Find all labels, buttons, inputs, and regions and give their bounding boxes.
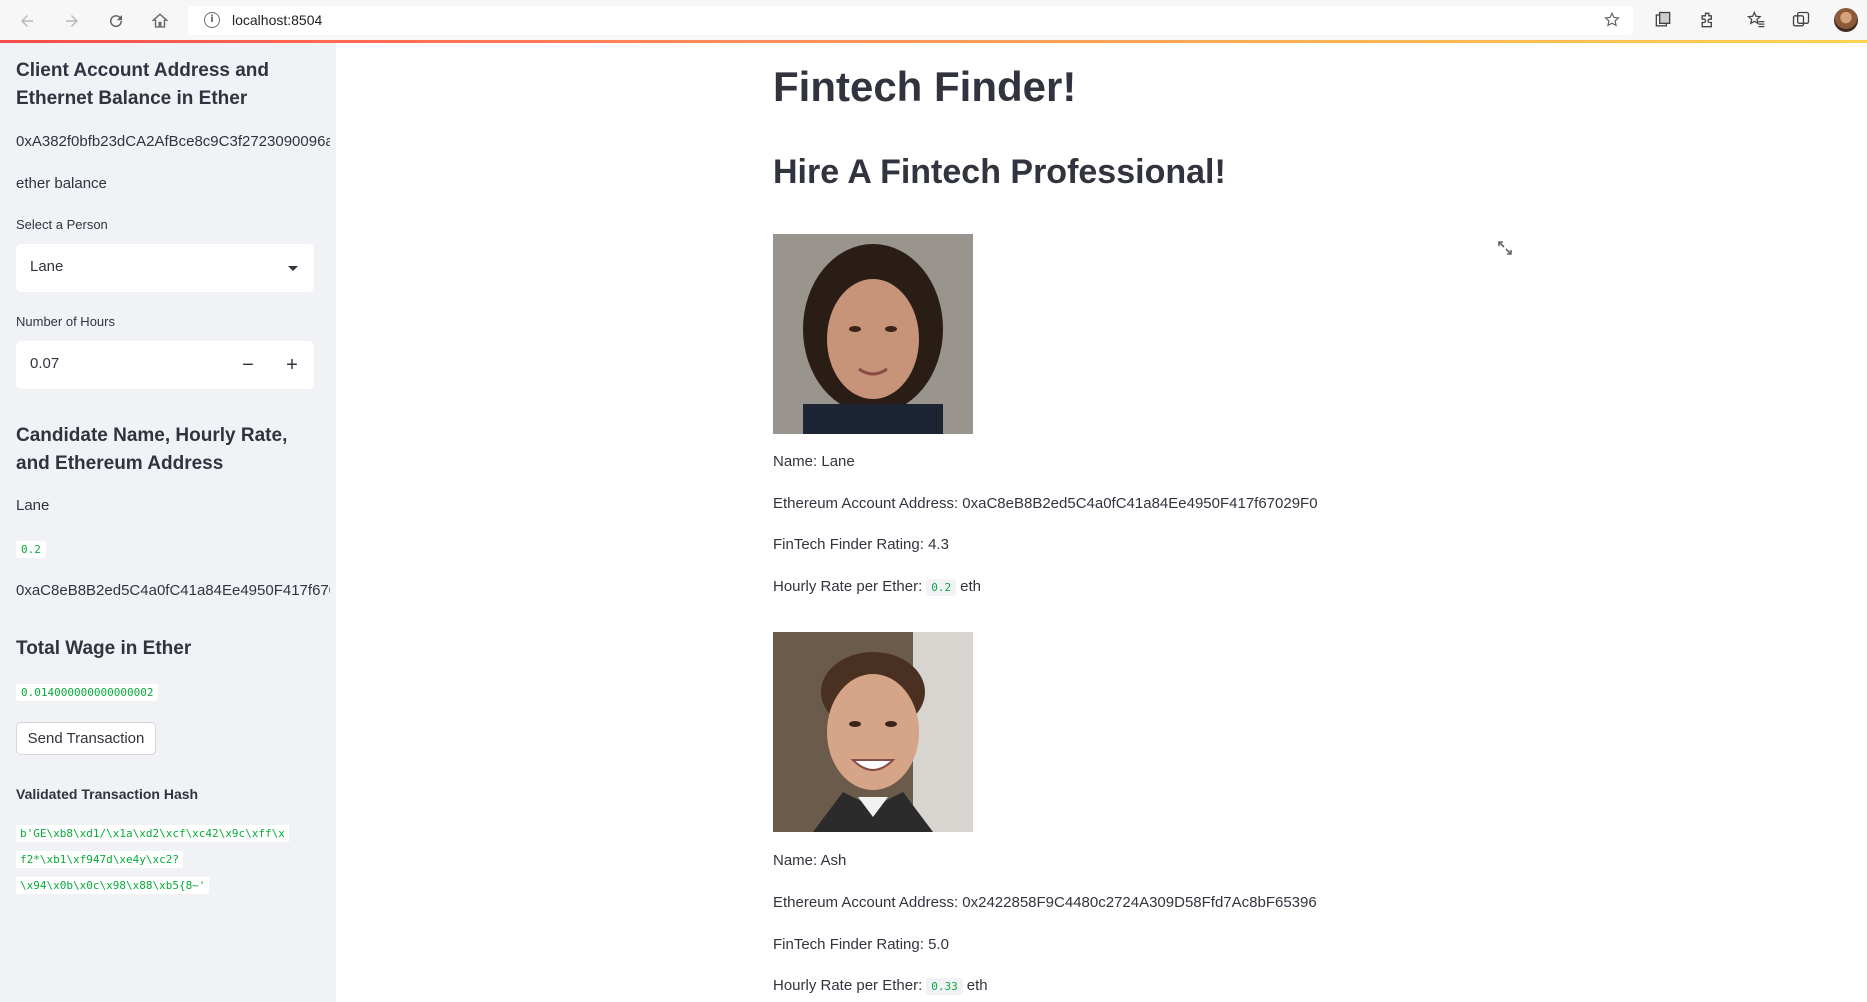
chevron-down-icon bbox=[288, 266, 298, 271]
wage-value: 0.014000000000000002 bbox=[16, 683, 159, 701]
hash-heading: Validated Transaction Hash bbox=[16, 786, 199, 802]
hours-value[interactable]: 0.07 bbox=[30, 355, 59, 372]
rate-prefix: Hourly Rate per Ether: bbox=[773, 977, 923, 994]
rate-suffix: eth bbox=[966, 977, 988, 994]
rate-value-code: 0.33 bbox=[926, 978, 963, 995]
candidate-rate-line: Hourly Rate per Ether: 0.33 eth bbox=[773, 977, 988, 995]
candidate-rate-code: 0.2 bbox=[16, 541, 46, 558]
forward-icon[interactable] bbox=[61, 10, 83, 32]
hours-input[interactable]: 0.07 − + bbox=[16, 341, 314, 389]
back-icon[interactable] bbox=[16, 10, 38, 32]
address-bar[interactable]: i localhost:8504 bbox=[188, 6, 1633, 35]
candidate-rate: 0.2 bbox=[16, 540, 46, 558]
rate-prefix: Hourly Rate per Ether: bbox=[773, 578, 923, 595]
site-info-icon[interactable]: i bbox=[204, 12, 220, 28]
ether-balance-label: ether balance bbox=[16, 175, 107, 192]
candidate-photo-lane bbox=[773, 234, 973, 434]
account-heading: Client Account Address and Ethernet Bala… bbox=[16, 60, 270, 109]
favorite-star-icon[interactable] bbox=[1603, 11, 1621, 29]
candidate-address-line: Ethereum Account Address: 0x2422858F9C44… bbox=[773, 894, 1317, 911]
favorites-icon[interactable] bbox=[1746, 10, 1766, 30]
hash-line: b'GE\xb8\xd1/\x1a\xd2\xcf\xc42\x9c\xff\x bbox=[16, 825, 289, 842]
candidate-rating-line: FinTech Finder Rating: 5.0 bbox=[773, 936, 949, 953]
candidate-photo-ash bbox=[773, 632, 973, 832]
account-address: 0xA382f0bfb23dCA2AfBce8c9C3f2723090096a1… bbox=[16, 133, 330, 150]
increment-button[interactable]: + bbox=[270, 341, 314, 389]
hash-line: \x94\x0b\x0c\x98\x88\xb5{8~' bbox=[16, 877, 210, 894]
send-transaction-button[interactable]: Send Transaction bbox=[16, 722, 156, 755]
page-subtitle: Hire A Fintech Professional! bbox=[773, 153, 1226, 191]
rate-suffix: eth bbox=[960, 578, 981, 595]
candidate-name-line: Name: Ash bbox=[773, 852, 847, 869]
candidate-rating-line: FinTech Finder Rating: 4.3 bbox=[773, 536, 949, 553]
read-aloud-icon[interactable] bbox=[1653, 10, 1673, 30]
person-select-value: Lane bbox=[30, 258, 64, 275]
select-person-label: Select a Person bbox=[16, 217, 108, 232]
candidate-name-line: Name: Lane bbox=[773, 453, 855, 470]
candidate-name: Lane bbox=[16, 497, 50, 514]
rate-value-code: 0.2 bbox=[926, 579, 957, 596]
page-title: Fintech Finder! bbox=[773, 63, 1077, 110]
sidebar: Client Account Address and Ethernet Bala… bbox=[0, 43, 336, 1002]
browser-toolbar: i localhost:8504 bbox=[0, 0, 1867, 41]
candidate-rate-line: Hourly Rate per Ether: 0.2 eth bbox=[773, 578, 981, 596]
collections-icon[interactable] bbox=[1791, 10, 1811, 30]
profile-avatar[interactable] bbox=[1834, 8, 1858, 32]
fullscreen-icon[interactable] bbox=[1496, 239, 1514, 257]
main-content: Fintech Finder! Hire A Fintech Professio… bbox=[336, 43, 1867, 1002]
candidate-address-line: Ethereum Account Address: 0xaC8eB8B2ed5C… bbox=[773, 495, 1318, 512]
hash-line: f2*\xb1\xf947d\xe4y\xc2? bbox=[16, 851, 183, 868]
url-text[interactable]: localhost:8504 bbox=[232, 12, 322, 28]
decrement-button[interactable]: − bbox=[226, 341, 270, 389]
candidate-heading: Candidate Name, Hourly Rate, and Ethereu… bbox=[16, 425, 288, 474]
hours-label: Number of Hours bbox=[16, 314, 115, 329]
home-icon[interactable] bbox=[149, 10, 171, 32]
person-select[interactable]: Lane bbox=[16, 244, 314, 292]
candidate-address: 0xaC8eB8B2ed5C4a0fC41a84Ee4950F417f67029… bbox=[16, 582, 330, 599]
wage-value-code: 0.014000000000000002 bbox=[16, 684, 159, 701]
extensions-icon[interactable] bbox=[1698, 10, 1718, 30]
refresh-icon[interactable] bbox=[105, 10, 127, 32]
transaction-hash: b'GE\xb8\xd1/\x1a\xd2\xcf\xc42\x9c\xff\x… bbox=[16, 821, 316, 899]
wage-heading: Total Wage in Ether bbox=[16, 638, 192, 659]
